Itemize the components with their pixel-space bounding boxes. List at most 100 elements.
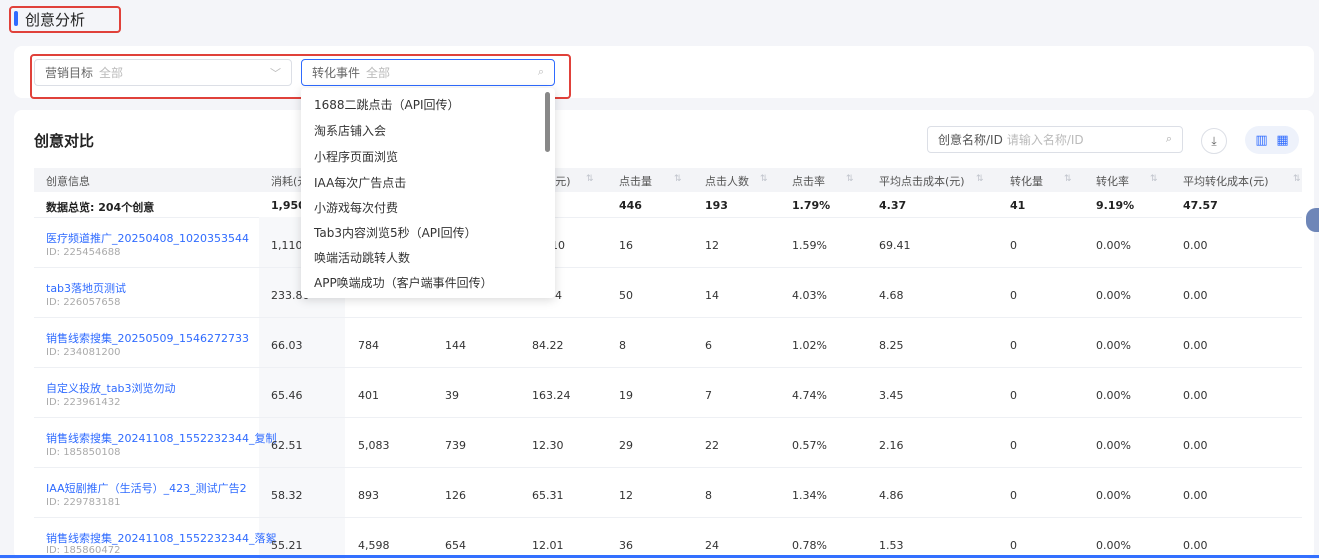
creative-name-link[interactable]: 销售线索搜集_20241108_1552232344_复制 (46, 430, 276, 446)
cell-conversions: 0 (1010, 489, 1017, 502)
view-toggle[interactable]: ▥ ▦ (1245, 126, 1299, 154)
dropdown-scrollbar[interactable] (545, 92, 550, 152)
sort-icon[interactable]: ⇅ (586, 174, 594, 184)
cell-avg-conv-cost: 0.00 (1183, 539, 1208, 552)
cell-avg-click-cost: 4.68 (879, 289, 904, 302)
creative-name-link[interactable]: 自定义投放_tab3浏览勿动 (46, 380, 176, 396)
cell-conversions: 0 (1010, 239, 1017, 252)
dropdown-option[interactable]: 唤端活动跳转人数 (314, 249, 410, 266)
cell-c3: 5,083 (358, 439, 390, 452)
cell-clicks: 29 (619, 439, 633, 452)
cell-ctr: 4.74% (792, 389, 827, 402)
row-divider (34, 367, 1302, 368)
search-label: 创意名称/ID (938, 133, 1003, 147)
cell-c4: 654 (445, 539, 466, 552)
cell-avg-click-cost: 1.53 (879, 539, 904, 552)
dropdown-option[interactable]: 小游戏每次付费 (314, 199, 398, 216)
cell-avg-click-cost: 2.16 (879, 439, 904, 452)
sort-icon[interactable]: ⇅ (760, 174, 768, 184)
cell-conversions: 0 (1010, 539, 1017, 552)
title-highlight-box (9, 6, 121, 33)
row-divider (34, 317, 1302, 318)
cell-c3: 893 (358, 489, 379, 502)
row-divider (34, 467, 1302, 468)
dropdown-option[interactable]: 淘系店铺入会 (314, 122, 386, 139)
chart-view-icon[interactable]: ▥ (1255, 133, 1267, 148)
creative-name-link[interactable]: IAA短剧推广（生活号）_423_测试广告2 (46, 480, 247, 496)
dropdown-option[interactable]: 小程序页面浏览 (314, 148, 398, 165)
cell-c5: 4 (555, 289, 562, 302)
cell-cost: 58.32 (271, 489, 303, 502)
sort-icon[interactable]: ⇅ (846, 174, 854, 184)
summary-click-users: 193 (705, 199, 728, 212)
cell-cvr: 0.00% (1096, 239, 1131, 252)
col-header-creative: 创意信息 (46, 175, 90, 188)
cell-cvr: 0.00% (1096, 539, 1131, 552)
creative-search-input[interactable]: 创意名称/ID 请输入名称/ID ⌕ (927, 126, 1183, 153)
col-header-click-users[interactable]: 点击人数 (705, 173, 749, 189)
creative-name-link[interactable]: 医疗频道推广_20250408_1020353544 (46, 230, 249, 246)
cell-clicks: 8 (619, 339, 626, 352)
conversion-event-dropdown[interactable]: 1688二跳点击（API回传） 淘系店铺入会 小程序页面浏览 IAA每次广告点击… (301, 88, 555, 298)
cell-click-users: 14 (705, 289, 719, 302)
side-panel-handle[interactable] (1306, 208, 1319, 232)
cell-ctr: 0.78% (792, 539, 827, 552)
cell-clicks: 36 (619, 539, 633, 552)
col-header-clicks[interactable]: 点击量 (619, 173, 652, 189)
cell-cost: 65.46 (271, 389, 303, 402)
cell-c3: 401 (358, 389, 379, 402)
col-header-cvr[interactable]: 转化率 (1096, 173, 1129, 189)
cell-cvr: 0.00% (1096, 439, 1131, 452)
cell-c5: 12.01 (532, 539, 564, 552)
creative-name-link[interactable]: 销售线索搜集_20241108_1552232344_落絮 (46, 530, 276, 546)
cell-cost: 55.21 (271, 539, 303, 552)
page-header (0, 0, 1319, 44)
cell-clicks: 50 (619, 289, 633, 302)
cell-c5: 65.31 (532, 489, 564, 502)
cell-cvr: 0.00% (1096, 389, 1131, 402)
dropdown-option[interactable]: IAA每次广告点击 (314, 174, 406, 191)
summary-avg-conv-cost: 47.57 (1183, 199, 1218, 212)
dropdown-option[interactable]: Tab3内容浏览5秒（API回传） (314, 224, 477, 241)
col-header-ctr[interactable]: 点击率 (792, 173, 825, 189)
cell-cost: 66.03 (271, 339, 303, 352)
summary-ctr: 1.79% (792, 199, 831, 212)
table-view-icon[interactable]: ▦ (1276, 133, 1288, 148)
row-divider (34, 517, 1302, 518)
cell-avg-conv-cost: 0.00 (1183, 239, 1208, 252)
summary-conversions: 41 (1010, 199, 1026, 212)
row-divider (34, 417, 1302, 418)
summary-label: 数据总览: 204个创意 (46, 201, 155, 214)
row-divider (34, 267, 1302, 268)
creative-id: ID: 185850108 (46, 447, 121, 458)
creative-id: ID: 229783181 (46, 497, 121, 508)
section-title: 创意对比 (34, 132, 95, 150)
dropdown-option[interactable]: APP唤端成功（客户端事件回传） (314, 274, 493, 291)
sort-icon[interactable]: ⇅ (1293, 174, 1301, 184)
search-icon: ⌕ (1165, 132, 1172, 145)
cell-c5: 163.24 (532, 389, 571, 402)
creative-name-link[interactable]: 销售线索搜集_20250509_1546272733 (46, 330, 249, 346)
cell-cost: 62.51 (271, 439, 303, 452)
dropdown-option[interactable]: 1688二跳点击（API回传） (314, 96, 460, 113)
col-header-conversions[interactable]: 转化量 (1010, 173, 1043, 189)
sort-icon[interactable]: ⇅ (976, 174, 984, 184)
cell-ctr: 1.34% (792, 489, 827, 502)
col-header-avg-click-cost[interactable]: 平均点击成本(元) (879, 173, 965, 189)
cell-c4: 126 (445, 489, 466, 502)
sort-icon[interactable]: ⇅ (1150, 174, 1158, 184)
download-button[interactable]: ⤓ (1201, 128, 1227, 154)
search-placeholder: 请输入名称/ID (1006, 133, 1084, 147)
col-header-avg-conv-cost[interactable]: 平均转化成本(元) (1183, 173, 1269, 189)
cell-c5: 12.30 (532, 439, 564, 452)
row-divider (34, 217, 1302, 218)
creative-id: ID: 225454688 (46, 247, 121, 258)
cell-conversions: 0 (1010, 439, 1017, 452)
cell-cvr: 0.00% (1096, 289, 1131, 302)
cell-ctr: 4.03% (792, 289, 827, 302)
sort-icon[interactable]: ⇅ (1064, 174, 1072, 184)
cell-click-users: 6 (705, 339, 712, 352)
cell-click-users: 24 (705, 539, 719, 552)
sort-icon[interactable]: ⇅ (674, 174, 682, 184)
creative-name-link[interactable]: tab3落地页测试 (46, 280, 126, 296)
